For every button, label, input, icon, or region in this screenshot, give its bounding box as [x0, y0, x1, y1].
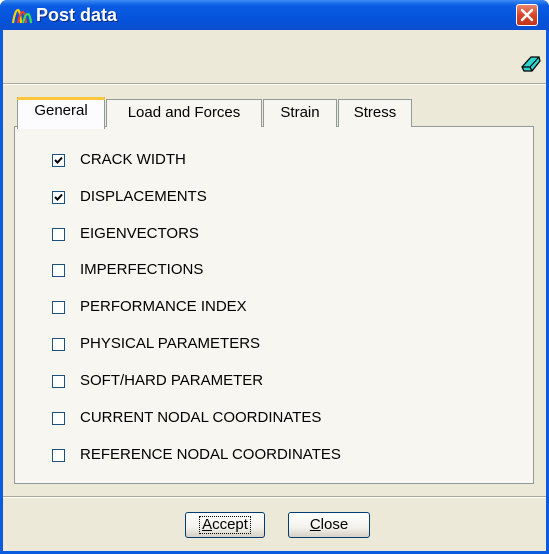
checkmark-icon [54, 156, 63, 164]
accept-label: ccept [212, 516, 248, 533]
reference-nodal-coordinates-checkbox[interactable] [52, 449, 65, 462]
imperfections-label: IMPERFECTIONS [80, 261, 204, 278]
tab-general-label: General [34, 102, 88, 119]
close-icon [520, 8, 534, 22]
crack-width-label: CRACK WIDTH [80, 151, 186, 168]
reference-nodal-coordinates-label: REFERENCE NODAL COORDINATES [80, 446, 341, 463]
close-button[interactable]: Close [288, 512, 370, 538]
close-label: lose [320, 516, 349, 533]
tab-stress-label: Stress [353, 104, 397, 121]
app-icon [12, 8, 32, 24]
soft-hard-parameter-label: SOFT/HARD PARAMETER [80, 372, 264, 389]
eigenvectors-checkbox[interactable] [52, 228, 65, 241]
tab-strain[interactable]: Strain [263, 99, 337, 127]
tab-general[interactable]: General [17, 97, 105, 129]
eigenvectors-label: EIGENVECTORS [80, 225, 199, 242]
toolbar-separator [3, 83, 546, 85]
current-nodal-coordinates-label: CURRENT NODAL COORDINATES [80, 409, 322, 426]
title-bar[interactable]: Post data [0, 0, 549, 30]
performance-index-label: PERFORMANCE INDEX [80, 298, 247, 315]
button-bar-separator [3, 496, 546, 498]
close-window-button[interactable] [516, 4, 538, 26]
soft-hard-parameter-checkbox[interactable] [52, 375, 65, 388]
close-mnemonic: C [309, 516, 321, 533]
crack-width-checkbox[interactable] [52, 154, 65, 167]
displacements-label: DISPLACEMENTS [80, 188, 207, 205]
accept-mnemonic: A [202, 516, 213, 533]
imperfections-checkbox[interactable] [52, 264, 65, 277]
window-title: Post data [36, 5, 118, 25]
physical-parameters-checkbox[interactable] [52, 338, 65, 351]
displacements-checkbox[interactable] [52, 191, 65, 204]
tab-stress[interactable]: Stress [338, 99, 412, 127]
tab-load-and-forces-label: Load and Forces [127, 104, 241, 121]
tab-strain-label: Strain [280, 104, 320, 121]
tab-load-and-forces[interactable]: Load and Forces [106, 99, 262, 127]
performance-index-checkbox[interactable] [52, 301, 65, 314]
post-data-window: Post data General Load and Forces Strain… [0, 0, 549, 554]
eraser-icon[interactable] [521, 55, 541, 73]
physical-parameters-label: PHYSICAL PARAMETERS [80, 335, 261, 352]
accept-button[interactable]: Accept [185, 512, 265, 538]
checkmark-icon [54, 193, 63, 201]
current-nodal-coordinates-checkbox[interactable] [52, 412, 65, 425]
